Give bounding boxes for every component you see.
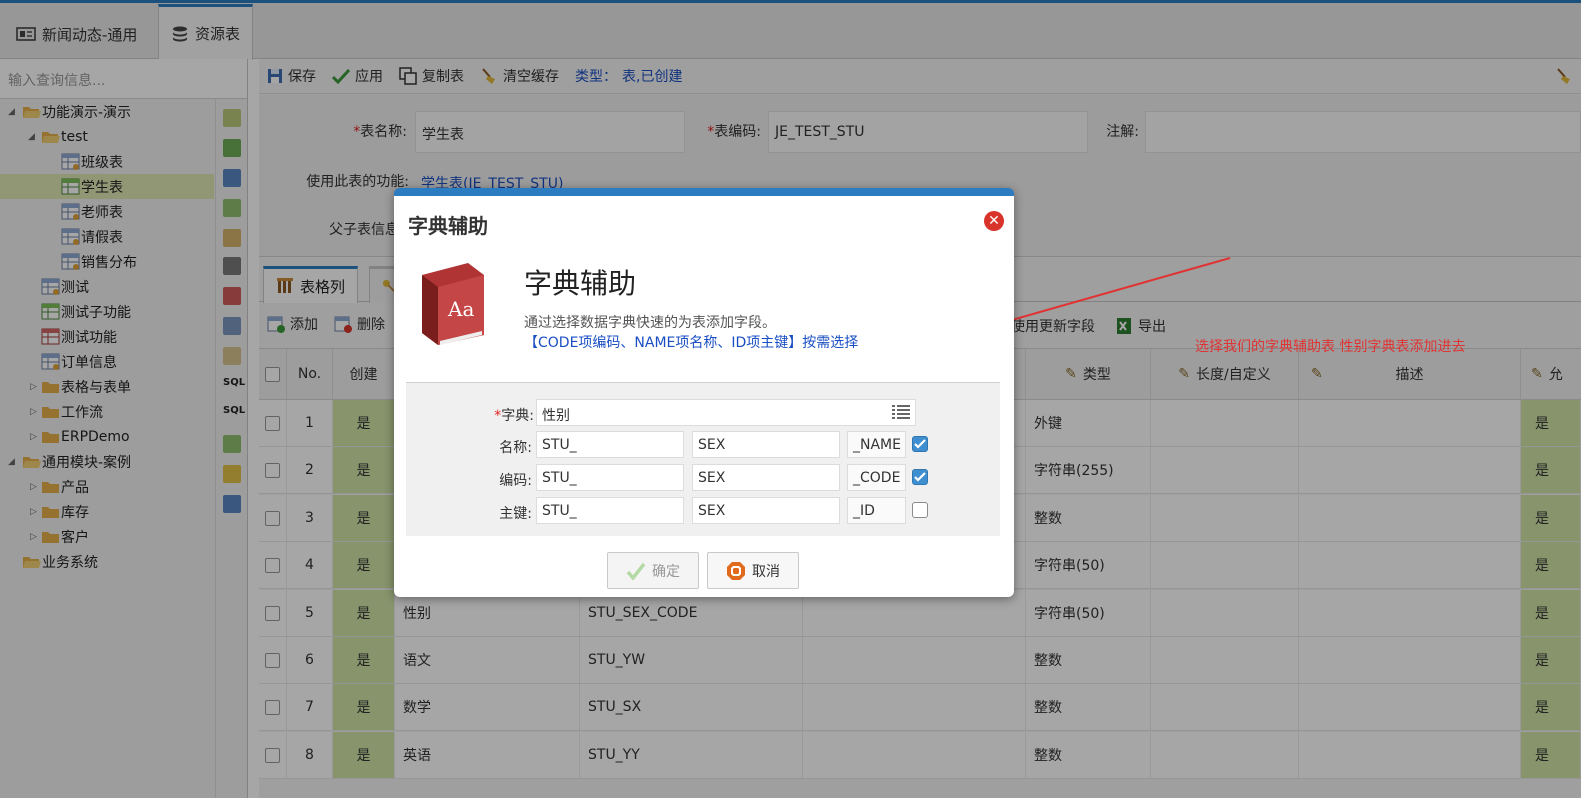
check-icon — [626, 562, 646, 580]
code-prefix-input[interactable]: STU_ — [536, 464, 684, 491]
dialog-description: 通过选择数据字典快速的为表添加字段。 — [524, 315, 776, 331]
name-label: 名称: — [499, 440, 532, 456]
check-icon — [914, 472, 926, 482]
ok-button[interactable]: 确定 — [607, 552, 699, 589]
pk-label: 主键: — [499, 506, 532, 522]
dictionary-book-icon: Aa — [422, 263, 484, 345]
name-checkbox[interactable] — [912, 436, 928, 452]
code-checkbox[interactable] — [912, 469, 928, 485]
close-icon[interactable]: ✕ — [984, 211, 1004, 231]
list-icon[interactable] — [892, 404, 910, 420]
code-label: 编码: — [499, 473, 532, 489]
pk-checkbox[interactable] — [912, 502, 928, 518]
name-suffix: _NAME — [847, 431, 906, 458]
check-icon — [914, 439, 926, 449]
cancel-button[interactable]: 取消 — [707, 552, 799, 589]
pk-suffix: _ID — [847, 497, 906, 524]
dictionary-form: *字典: 性别 名称: STU_ SEX _NAME 编码: STU_ SEX … — [406, 382, 1000, 536]
cancel-icon — [727, 561, 745, 580]
name-field-input[interactable]: SEX — [692, 431, 840, 458]
dictionary-helper-dialog: 字典辅助 ✕ Aa 字典辅助 通过选择数据字典快速的为表添加字段。 【CODE项… — [394, 188, 1014, 597]
annotation-text: 选择我们的字典辅助表 性别字典表添加进去 — [1195, 339, 1466, 355]
dialog-title: 字典辅助 — [408, 214, 488, 238]
code-suffix: _CODE — [847, 464, 906, 491]
dict-label: *字典: — [494, 408, 534, 424]
code-field-input[interactable]: SEX — [692, 464, 840, 491]
dialog-hint: 【CODE项编码、NAME项名称、ID项主键】按需选择 — [524, 335, 859, 351]
dict-select-input[interactable]: 性别 — [536, 399, 916, 426]
pk-prefix-input[interactable]: STU_ — [536, 497, 684, 524]
pk-field-input[interactable]: SEX — [692, 497, 840, 524]
dialog-heading: 字典辅助 — [524, 267, 637, 300]
name-prefix-input[interactable]: STU_ — [536, 431, 684, 458]
svg-text:Aa: Aa — [447, 297, 474, 321]
cancel-label: 取消 — [752, 563, 780, 580]
ok-label: 确定 — [652, 563, 680, 580]
